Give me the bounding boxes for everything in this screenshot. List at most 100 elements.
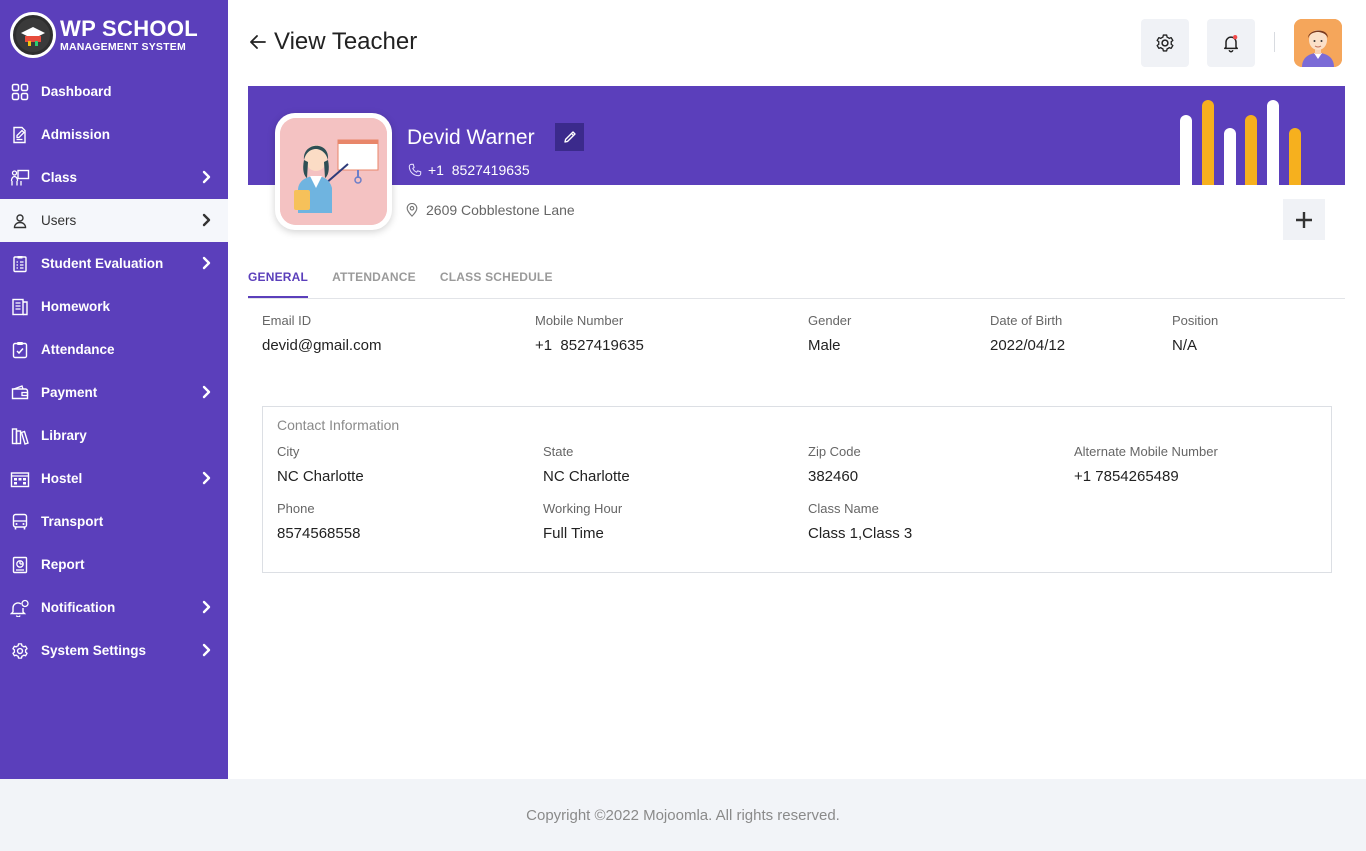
decorative-bar — [1289, 128, 1301, 185]
sidebar-item-hostel[interactable]: Hostel — [0, 457, 228, 500]
gear-icon — [10, 641, 30, 661]
page-title: View Teacher — [248, 28, 417, 56]
sidebar-item-transport[interactable]: Transport — [0, 500, 228, 543]
sidebar-item-homework[interactable]: Homework — [0, 285, 228, 328]
tab-attendance[interactable]: ATTENDANCE — [332, 270, 416, 298]
sidebar-item-attendance[interactable]: Attendance — [0, 328, 228, 371]
profile-address-text: 2609 Cobblestone Lane — [426, 202, 575, 218]
city-field: City NC Charlotte — [277, 444, 364, 485]
sidebar-item-users[interactable]: Users — [0, 199, 228, 242]
sidebar-item-admission[interactable]: Admission — [0, 113, 228, 156]
report-icon — [10, 555, 30, 575]
chevron-right-icon — [202, 213, 212, 230]
contact-information-title: Contact Information — [277, 417, 400, 433]
chevron-right-icon — [202, 643, 212, 660]
sidebar-item-label: System Settings — [41, 643, 147, 658]
profile-tabs: GENERAL ATTENDANCE CLASS SCHEDULE — [248, 270, 577, 298]
sidebar-item-system-settings[interactable]: System Settings — [0, 629, 228, 672]
sidebar-item-label: Transport — [41, 514, 104, 529]
position-value: N/A — [1172, 337, 1198, 354]
logo-subtitle: MANAGEMENT SYSTEM — [60, 40, 186, 53]
gender-label: Gender — [808, 313, 852, 328]
working-hour-field: Working Hour Full Time — [543, 501, 622, 542]
sidebar-item-label: Homework — [41, 299, 111, 314]
city-value: NC Charlotte — [277, 468, 364, 485]
gender-field: Gender Male — [808, 313, 851, 354]
user-avatar[interactable] — [1294, 19, 1342, 67]
page-title-text: View Teacher — [274, 28, 418, 55]
position-field: Position N/A — [1172, 313, 1218, 354]
zip-value: 382460 — [808, 468, 859, 485]
homework-icon — [10, 297, 30, 317]
notification-button[interactable] — [1207, 19, 1255, 67]
sidebar-item-label: Student Evaluation — [41, 256, 164, 271]
plus-icon — [1296, 211, 1312, 228]
chevron-right-icon — [202, 600, 212, 617]
grid-icon — [10, 82, 30, 102]
dob-value: 2022/04/12 — [990, 337, 1066, 354]
edit-profile-button[interactable] — [555, 123, 584, 151]
email-field: Email ID devid@gmail.com — [262, 313, 381, 354]
profile-phone: +1 8527419635 — [408, 162, 530, 178]
header-divider — [1274, 32, 1275, 52]
city-label: City — [277, 444, 300, 459]
profile-picture — [275, 113, 392, 230]
teacher-name: Devid Warner — [407, 126, 535, 149]
user-icon — [10, 211, 30, 231]
sidebar-item-label: Users — [41, 213, 77, 228]
edit-document-icon — [10, 125, 30, 145]
pencil-icon — [563, 131, 576, 143]
working-hour-label: Working Hour — [543, 501, 623, 516]
gender-value: Male — [808, 337, 841, 354]
bell-alert-icon — [10, 598, 30, 618]
alt-mobile-value: +1 7854265489 — [1074, 468, 1179, 485]
contact-information-card: Contact Information City NC Charlotte St… — [262, 406, 1332, 573]
working-hour-value: Full Time — [543, 525, 604, 542]
checklist-icon — [10, 254, 30, 274]
back-arrow-icon[interactable] — [248, 32, 268, 52]
alt-mobile-label: Alternate Mobile Number — [1074, 444, 1218, 459]
wallet-icon — [10, 383, 30, 403]
sidebar-item-label: Library — [41, 428, 87, 443]
dob-label: Date of Birth — [990, 313, 1063, 328]
sidebar-item-library[interactable]: Library — [0, 414, 228, 457]
location-pin-icon — [406, 203, 418, 217]
phone-icon — [408, 163, 422, 177]
profile-address: 2609 Cobblestone Lane — [405, 202, 575, 218]
sidebar-item-class[interactable]: Class — [0, 156, 228, 199]
app-logo[interactable]: WP SCHOOL MANAGEMENT SYSTEM — [0, 0, 228, 70]
sidebar-item-label: Payment — [41, 385, 98, 400]
email-label: Email ID — [262, 313, 312, 328]
decorative-bar — [1202, 100, 1214, 185]
sidebar-item-payment[interactable]: Payment — [0, 371, 228, 414]
chevron-right-icon — [202, 256, 212, 273]
position-label: Position — [1172, 313, 1219, 328]
mobile-value: +1 8527419635 — [535, 337, 644, 354]
sidebar-item-label: Attendance — [41, 342, 115, 357]
sidebar-item-dashboard[interactable]: Dashboard — [0, 70, 228, 113]
sidebar-item-label: Class — [41, 170, 78, 185]
decorative-bar — [1180, 115, 1192, 185]
chevron-right-icon — [202, 471, 212, 488]
mobile-label: Mobile Number — [535, 313, 624, 328]
sidebar-item-label: Hostel — [41, 471, 83, 486]
class-name-label: Class Name — [808, 501, 879, 516]
copyright-text: Copyright ©2022 Mojoomla. All rights res… — [526, 806, 840, 824]
settings-button[interactable] — [1141, 19, 1189, 67]
sidebar-item-student-evaluation[interactable]: Student Evaluation — [0, 242, 228, 285]
sidebar-item-label: Report — [41, 557, 85, 572]
tab-general[interactable]: GENERAL — [248, 270, 309, 298]
tab-class-schedule[interactable]: CLASS SCHEDULE — [440, 270, 553, 298]
add-button[interactable] — [1283, 199, 1325, 240]
state-value: NC Charlotte — [543, 468, 630, 485]
zip-field: Zip Code 382460 — [808, 444, 861, 485]
classroom-icon — [10, 168, 30, 188]
class-name-value: Class 1,Class 3 — [808, 525, 913, 542]
mobile-field: Mobile Number +1 8527419635 — [535, 313, 644, 354]
phone-label: Phone — [277, 501, 315, 516]
decorative-bar — [1224, 128, 1236, 185]
chevron-right-icon — [202, 170, 212, 187]
sidebar-item-notification[interactable]: Notification — [0, 586, 228, 629]
sidebar-item-report[interactable]: Report — [0, 543, 228, 586]
phone-field: Phone 8574568558 — [277, 501, 360, 542]
